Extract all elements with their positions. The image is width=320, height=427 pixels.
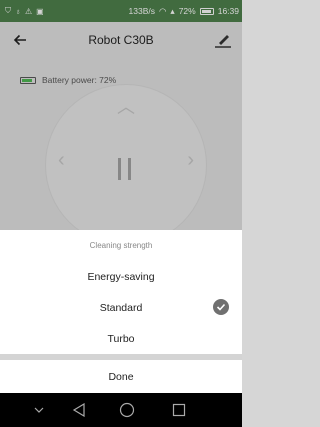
chevron-down-icon[interactable] — [28, 399, 50, 421]
option-label: Standard — [99, 301, 143, 314]
checkmark-icon — [213, 299, 229, 315]
done-button[interactable]: Done — [0, 360, 242, 393]
option-label: Turbo — [107, 332, 135, 345]
option-energy-saving[interactable]: Energy-saving — [0, 261, 242, 292]
home-circle-icon[interactable] — [116, 399, 138, 421]
option-label: Energy-saving — [87, 270, 155, 283]
background-dim-overlay — [0, 0, 242, 230]
option-turbo[interactable]: Turbo — [0, 323, 242, 354]
recents-square-icon[interactable] — [168, 399, 190, 421]
android-nav-bar — [0, 393, 242, 427]
sheet-title: Cleaning strength — [89, 241, 153, 250]
back-triangle-icon[interactable] — [68, 399, 90, 421]
cleaning-strength-sheet: Cleaning strength Energy-saving Standard… — [0, 230, 242, 393]
option-standard[interactable]: Standard — [0, 292, 242, 323]
